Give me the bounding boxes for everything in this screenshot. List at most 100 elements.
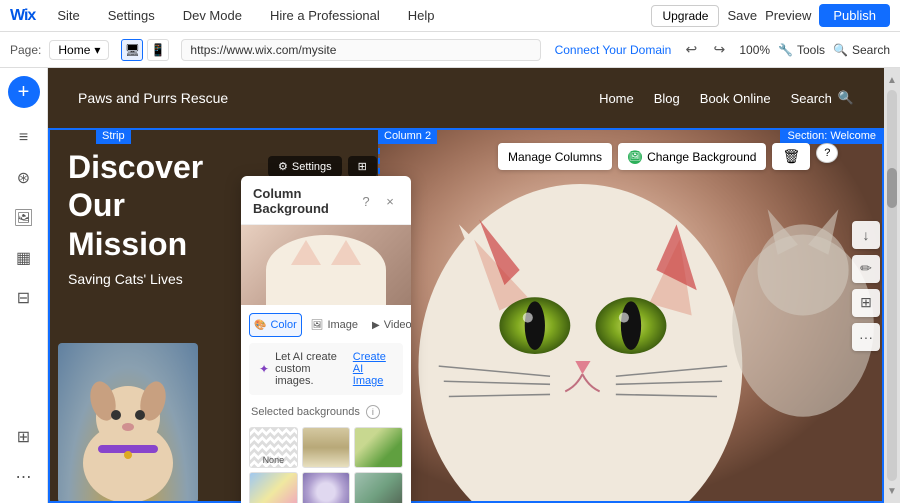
panel-help-icon[interactable]: ? [357, 192, 375, 210]
gear-icon: ⚙ [278, 160, 288, 173]
column-more-button[interactable]: 🗑 [772, 143, 810, 170]
nav-link-blog[interactable]: Blog [654, 91, 680, 106]
column-right [378, 128, 884, 503]
help-icon-button[interactable]: ? [816, 143, 838, 163]
selected-backgrounds-label: Selected backgrounds [251, 406, 360, 418]
edit-icon[interactable]: ✏ [852, 255, 880, 283]
add-element-button[interactable]: + [8, 76, 40, 108]
tab-image[interactable]: 🖼 Image [306, 313, 363, 337]
desktop-icon[interactable]: 🖥 [121, 39, 143, 61]
upgrade-button[interactable]: Upgrade [651, 5, 719, 27]
main-area: + ≡ ⊛ 🖼 ▦ ⊟ ⊞ ⋯ Paws and Purrs Rescue Ho… [0, 68, 900, 503]
preview-button[interactable]: Preview [765, 8, 811, 23]
site-nav: Paws and Purrs Rescue Home Blog Book Onl… [48, 68, 884, 128]
zoom-level: 100% [739, 43, 770, 57]
media-icon[interactable]: 🖼 [6, 200, 42, 236]
preview-ear-right [331, 240, 361, 265]
panel-header: Column Background ? × [241, 176, 411, 225]
scroll-down-arrow[interactable]: ▼ [884, 483, 900, 499]
menu-item-hire[interactable]: Hire a Professional [264, 4, 386, 27]
column-background-panel: Column Background ? × 🎨 Color [241, 176, 411, 503]
add-section-bottom-icon[interactable]: ⊞ [6, 419, 42, 455]
grid-layout-icon[interactable]: ⊞ [852, 289, 880, 317]
bg-thumb-none[interactable]: None [249, 427, 298, 468]
section-welcome-label: Section: Welcome [780, 128, 884, 144]
scroll-track[interactable] [887, 90, 897, 481]
nav-link-home[interactable]: Home [599, 91, 634, 106]
bg-thumb-leaves[interactable] [354, 472, 403, 503]
tab-color[interactable]: 🎨 Color [249, 313, 302, 337]
scroll-up-arrow[interactable]: ▲ [884, 72, 900, 88]
change-bg-icon: 🖼 [628, 150, 642, 164]
ai-sparkle-icon: ✦ [259, 362, 269, 376]
publish-button[interactable]: Publish [819, 4, 890, 27]
background-grid: None [241, 423, 411, 503]
undo-redo: ↩ ↪ [679, 38, 731, 62]
bg-thumb-rings[interactable] [302, 472, 351, 503]
panel-close-button[interactable]: × [381, 192, 399, 210]
menu-item-devmode[interactable]: Dev Mode [177, 4, 248, 27]
delete-icon: 🗑 [782, 148, 800, 165]
site-search-text: Search [791, 91, 832, 106]
strip-label: Strip [96, 128, 131, 144]
menu-item-site[interactable]: Site [51, 4, 85, 27]
right-side-icons: ↓ ✏ ⊞ ··· [852, 221, 880, 351]
site-search: Search 🔍 [791, 90, 854, 106]
color-tab-icon: 🎨 [254, 320, 266, 331]
column-controls: Manage Columns 🖼 Change Background 🗑 ? [498, 143, 838, 170]
create-ai-image-link[interactable]: Create AI Image [353, 351, 393, 387]
left-toolbar: + ≡ ⊛ 🖼 ▦ ⊟ ⊞ ⋯ [0, 68, 48, 503]
page-select[interactable]: Home ▾ [49, 40, 109, 60]
settings-bar: ⚙ Settings ⊞ [268, 156, 377, 177]
change-background-button[interactable]: 🖼 Change Background [618, 143, 766, 170]
arrow-down-icon[interactable]: ↓ [852, 221, 880, 249]
menu-item-settings[interactable]: Settings [102, 4, 161, 27]
address-bar: Page: Home ▾ 🖥 📱 Connect Your Domain ↩ ↪… [0, 32, 900, 68]
tab-video[interactable]: ▶ Video [367, 313, 411, 337]
wix-logo: Wix [10, 7, 35, 25]
bg-thumb-sand[interactable] [302, 427, 351, 468]
search-button[interactable]: 🔍 Search [833, 43, 890, 57]
more-options-icon[interactable]: ⋯ [6, 459, 42, 495]
selected-backgrounds-section: Selected backgrounds i [241, 401, 411, 423]
address-bar-right: ↩ ↪ 100% 🔧 Tools 🔍 Search [679, 38, 890, 62]
tools-icon: 🔧 [778, 43, 793, 57]
scrollbar[interactable]: ▲ ▼ [884, 68, 900, 503]
info-icon[interactable]: i [366, 405, 380, 419]
site-content: DiscoverOurMission Saving Cats' Lives [48, 128, 884, 503]
redo-button[interactable]: ↪ [707, 38, 731, 62]
search-icon: 🔍 [833, 43, 848, 57]
more-icon[interactable]: ··· [852, 323, 880, 351]
elements-icon[interactable]: ▦ [6, 240, 42, 276]
url-input[interactable] [181, 39, 540, 61]
bg-thumb-gradient[interactable] [249, 472, 298, 503]
device-icons: 🖥 📱 [121, 39, 169, 61]
top-menu-bar: Wix Site Settings Dev Mode Hire a Profes… [0, 0, 900, 32]
menu-right: Upgrade Save Preview Publish [651, 4, 890, 27]
wix-apps-icon[interactable]: ⊛ [6, 160, 42, 196]
mobile-icon[interactable]: 📱 [147, 39, 169, 61]
save-button[interactable]: Save [727, 8, 757, 23]
undo-button[interactable]: ↩ [679, 38, 703, 62]
panel-title: Column Background [253, 186, 357, 216]
settings-label: Settings [292, 161, 332, 173]
menu-item-help[interactable]: Help [402, 4, 441, 27]
site-search-icon: 🔍 [838, 90, 854, 106]
tools-button[interactable]: 🔧 Tools [778, 43, 825, 57]
search-label: Search [852, 43, 890, 57]
panel-preview-image [241, 225, 411, 305]
sections-icon[interactable]: ⊟ [6, 280, 42, 316]
image-tab-label: Image [327, 319, 358, 331]
ai-text: Let AI create custom images. [275, 351, 347, 387]
layout-button[interactable]: ⊞ [348, 156, 377, 177]
nav-link-booking[interactable]: Book Online [700, 91, 771, 106]
connect-domain-link[interactable]: Connect Your Domain [555, 43, 672, 57]
site-preview: Paws and Purrs Rescue Home Blog Book Onl… [48, 68, 884, 503]
bg-thumb-food[interactable] [354, 427, 403, 468]
settings-button[interactable]: ⚙ Settings [268, 156, 342, 177]
preview-cat-shape [266, 235, 386, 305]
layers-icon[interactable]: ≡ [6, 120, 42, 156]
video-tab-icon: ▶ [372, 320, 380, 331]
manage-columns-button[interactable]: Manage Columns [498, 143, 612, 170]
dog-image [58, 343, 198, 503]
